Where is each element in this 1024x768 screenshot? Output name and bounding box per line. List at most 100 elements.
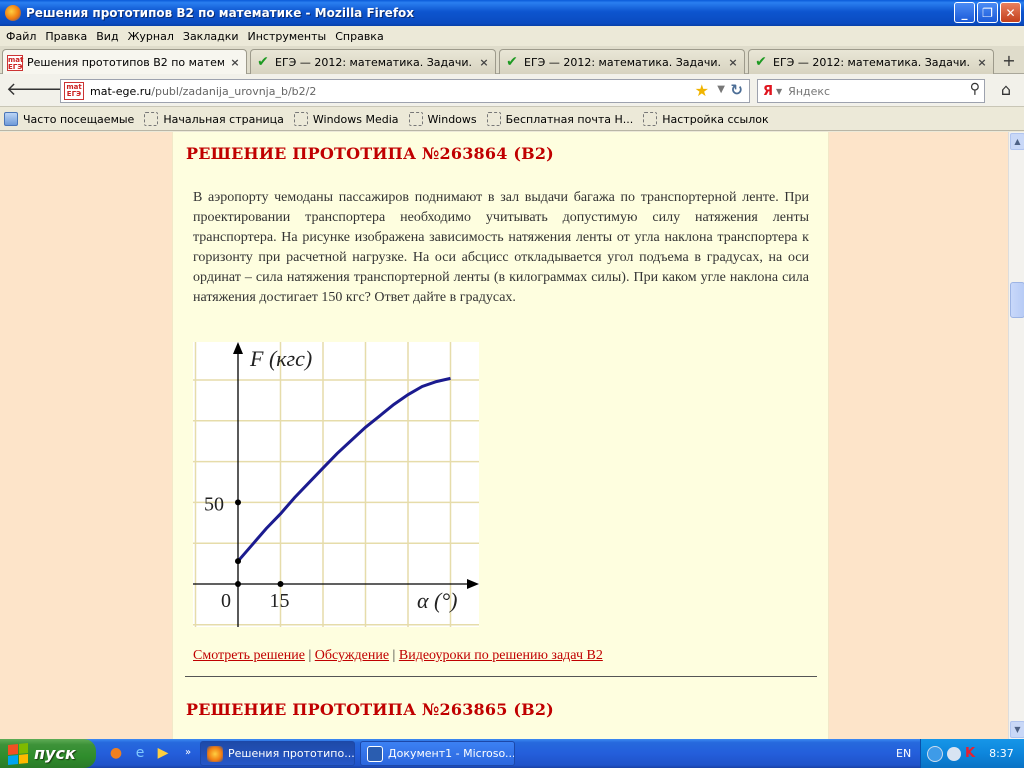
tab-label: ЕГЭ — 2012: математика. Задачи. Отв... bbox=[524, 55, 722, 69]
taskbar: пуск ● e ▶ » Решения прототипо... Докуме… bbox=[0, 739, 1024, 768]
origin-point bbox=[235, 581, 241, 587]
y-axis-label: F (кгс) bbox=[249, 346, 312, 371]
tab-active[interactable]: matЕГЭ Решения прототипов B2 по математи… bbox=[2, 49, 247, 75]
curve-start-point bbox=[235, 558, 241, 565]
scroll-thumb[interactable] bbox=[1010, 282, 1024, 318]
divider bbox=[185, 676, 817, 677]
tray-network-icon[interactable] bbox=[947, 746, 961, 761]
discussion-link[interactable]: Обсуждение bbox=[315, 648, 389, 663]
tab-close-icon[interactable]: × bbox=[975, 56, 989, 69]
close-button[interactable]: ✕ bbox=[1000, 2, 1021, 23]
content-column: РЕШЕНИЕ ПРОТОТИПА №263864 (B2) В аэропор… bbox=[172, 132, 829, 739]
page-icon bbox=[643, 112, 658, 126]
search-engine-dropdown-icon[interactable]: ▼ bbox=[776, 87, 782, 96]
menu-file[interactable]: Файл bbox=[6, 30, 36, 43]
window-titlebar: Решения прототипов B2 по математике - Mo… bbox=[0, 0, 1024, 26]
scroll-down-arrow-icon[interactable]: ▼ bbox=[1010, 721, 1024, 738]
menu-bar: Файл Правка Вид Журнал Закладки Инструме… bbox=[0, 26, 1024, 46]
page-icon bbox=[144, 112, 159, 126]
series-line bbox=[236, 376, 451, 563]
bookmark-item[interactable]: Часто посещаемые bbox=[4, 112, 134, 126]
quicklaunch-expand-icon[interactable]: » bbox=[178, 743, 198, 763]
tab-close-icon[interactable]: × bbox=[477, 56, 491, 69]
bookmark-item[interactable]: Бесплатная почта Н... bbox=[486, 112, 633, 126]
search-icon[interactable]: ⚲ bbox=[970, 81, 980, 97]
search-bar[interactable]: Я ▼ ⚲ bbox=[757, 79, 985, 103]
view-solution-link[interactable]: Смотреть решение bbox=[193, 648, 305, 663]
tab-close-icon[interactable]: × bbox=[228, 56, 242, 69]
site-identity-icon[interactable]: mat ЕГЭ bbox=[64, 82, 84, 100]
mat-ege-favicon: mat ЕГЭ bbox=[7, 54, 24, 71]
menu-history[interactable]: Журнал bbox=[128, 30, 174, 43]
bookmark-item[interactable]: Начальная страница bbox=[144, 112, 284, 126]
firefox-icon bbox=[207, 745, 223, 762]
page-icon bbox=[486, 112, 501, 126]
menu-bookmarks[interactable]: Закладки bbox=[183, 30, 239, 43]
page-viewport: РЕШЕНИЕ ПРОТОТИПА №263864 (B2) В аэропор… bbox=[0, 132, 1008, 739]
most-visited-icon bbox=[4, 112, 18, 126]
taskbar-item-word[interactable]: Документ1 - Microso... bbox=[360, 741, 515, 766]
media-player-quicklaunch-icon[interactable]: ▶ bbox=[153, 743, 173, 763]
antivirus-icon[interactable]: K bbox=[965, 746, 975, 761]
bookmark-item[interactable]: Windows Media bbox=[293, 112, 399, 126]
x-axis-arrow-icon bbox=[467, 579, 479, 589]
menu-help[interactable]: Справка bbox=[335, 30, 383, 43]
x-axis-label: α (°) bbox=[417, 588, 458, 613]
ie-quicklaunch-icon[interactable]: e bbox=[130, 743, 150, 763]
problem-text: В аэропорту чемоданы пассажиров поднимаю… bbox=[193, 190, 809, 305]
language-indicator[interactable]: EN bbox=[896, 747, 911, 760]
tab[interactable]: ✔ ЕГЭ — 2012: математика. Задачи. Отв...… bbox=[499, 49, 745, 74]
url-text[interactable]: mat-ege.ru/publ/zadanija_urovnja_b/b2/2 bbox=[90, 85, 316, 98]
tab[interactable]: ✔ ЕГЭ — 2012: математика. Задачи. Отв...… bbox=[250, 49, 496, 74]
minimize-button[interactable]: _ bbox=[954, 2, 975, 23]
check-icon: ✔ bbox=[257, 54, 269, 70]
navigation-toolbar: 🡐 🡒 mat ЕГЭ mat-ege.ru/publ/zadanija_urov… bbox=[0, 74, 1024, 107]
y-tick-point bbox=[235, 499, 241, 506]
bookmarks-toolbar: Часто посещаемые Начальная страница Wind… bbox=[0, 108, 1024, 131]
page-icon bbox=[293, 112, 308, 126]
vertical-scrollbar[interactable]: ▲ ▼ bbox=[1008, 132, 1024, 739]
start-label: пуск bbox=[34, 744, 76, 763]
tab[interactable]: ✔ ЕГЭ — 2012: математика. Задачи. Отв...… bbox=[748, 49, 994, 74]
new-tab-plus-icon[interactable]: + bbox=[1000, 52, 1018, 70]
start-button[interactable]: пуск bbox=[0, 739, 96, 768]
separator: | bbox=[308, 648, 312, 663]
x-tick-point bbox=[277, 581, 284, 587]
tab-bar: matЕГЭ Решения прототипов B2 по математи… bbox=[0, 46, 1024, 75]
back-arrow-icon[interactable]: 🡐 bbox=[6, 79, 54, 103]
scroll-up-arrow-icon[interactable]: ▲ bbox=[1010, 133, 1024, 150]
search-input[interactable] bbox=[788, 84, 959, 98]
bookmark-item[interactable]: Windows bbox=[408, 112, 477, 126]
origin-label: 0 bbox=[221, 590, 231, 612]
y-tick-label: 50 bbox=[204, 493, 224, 515]
clock: 8:37 bbox=[989, 747, 1014, 760]
separator: | bbox=[392, 648, 396, 663]
check-icon: ✔ bbox=[506, 54, 518, 70]
url-dropdown-icon[interactable]: ▼ bbox=[717, 84, 725, 95]
firefox-quicklaunch-icon[interactable]: ● bbox=[106, 743, 126, 763]
x-tick-label: 15 bbox=[270, 590, 290, 612]
window-title: Решения прототипов B2 по математике - Mo… bbox=[26, 6, 415, 20]
url-bar[interactable]: mat ЕГЭ mat-ege.ru/publ/zadanija_urovnja_… bbox=[60, 79, 750, 103]
tab-label: ЕГЭ — 2012: математика. Задачи. Отв... bbox=[275, 55, 473, 69]
word-icon bbox=[367, 745, 383, 762]
taskbar-item-firefox[interactable]: Решения прототипо... bbox=[200, 741, 355, 766]
tray-back-icon[interactable] bbox=[927, 745, 943, 762]
bookmark-item[interactable]: Настройка ссылок bbox=[643, 112, 769, 126]
tab-close-icon[interactable]: × bbox=[726, 56, 740, 69]
bookmark-star-icon[interactable]: ★ bbox=[695, 81, 709, 100]
check-icon: ✔ bbox=[755, 54, 767, 70]
home-icon[interactable]: ⌂ bbox=[993, 79, 1019, 103]
menu-edit[interactable]: Правка bbox=[45, 30, 87, 43]
video-lessons-link[interactable]: Видеоуроки по решению задач B2 bbox=[399, 648, 603, 663]
forward-arrow-icon[interactable]: 🡒 bbox=[32, 79, 80, 103]
page-icon bbox=[408, 112, 423, 126]
problem-heading-next: РЕШЕНИЕ ПРОТОТИПА №263865 (B2) bbox=[186, 700, 554, 719]
reload-icon[interactable]: ↻ bbox=[730, 81, 743, 99]
solution-links: Смотреть решение | Обсуждение | Видеоуро… bbox=[193, 648, 603, 664]
y-axis-arrow-icon bbox=[233, 342, 243, 354]
menu-tools[interactable]: Инструменты bbox=[248, 30, 327, 43]
menu-view[interactable]: Вид bbox=[96, 30, 118, 43]
restore-button[interactable]: ❐ bbox=[977, 2, 998, 23]
yandex-logo-icon[interactable]: Я bbox=[763, 84, 773, 99]
